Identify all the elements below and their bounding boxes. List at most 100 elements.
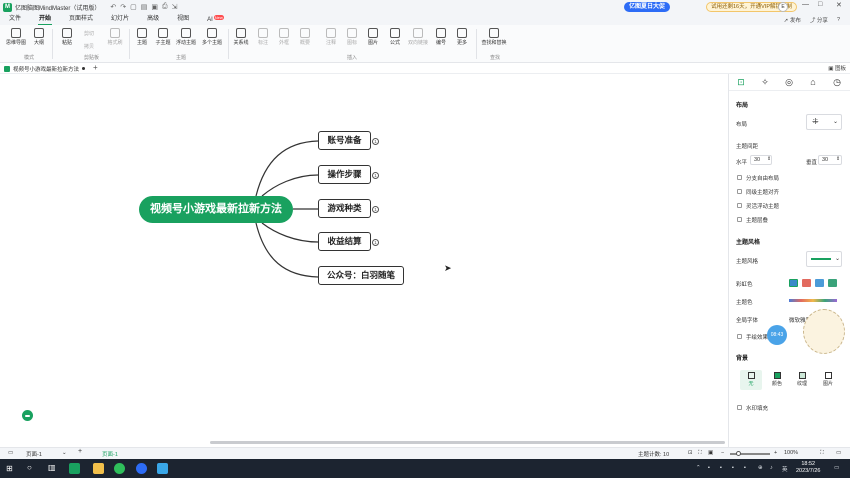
subtopic-node[interactable]: 公众号：白羽随笔 [318,266,404,285]
checkbox-label: 水印填充 [746,406,769,412]
option-label: 无 [748,381,754,387]
checkbox-label: 手绘效果 [746,335,769,341]
mouse-cursor-icon: ➤ [444,263,452,273]
topic-count: 主题计数: 10 [638,452,670,458]
network-icon[interactable]: ⊕ [758,465,763,471]
file-explorer-icon[interactable] [93,463,104,474]
page-tab[interactable]: 页面-1 [102,450,118,458]
watermark-checkbox[interactable] [737,405,742,410]
marker-panel-tab-icon[interactable]: ◎ [777,77,801,88]
rainbow-option-1[interactable] [789,279,798,287]
page-select[interactable]: 页面-1 [26,450,42,458]
theme-color-label: 主题色 [736,300,753,306]
task-view-icon[interactable]: ▥ [48,463,59,474]
floating-chat-button[interactable] [22,410,33,421]
tray-app-icon[interactable]: ▪ [744,465,746,471]
fullscreen-icon[interactable]: ⛶ [698,450,702,457]
zoom-level[interactable]: 100% [784,450,798,456]
flexible-floating-checkbox[interactable] [737,203,742,208]
topic-overlap-checkbox[interactable] [737,217,742,222]
rainbow-option-2[interactable] [802,279,811,287]
notification-icon[interactable]: ▭ [834,465,839,471]
zoom-out-button[interactable]: − [721,450,724,456]
zoom-in-button[interactable]: + [774,450,777,456]
background-color-option[interactable]: 颜色 [766,370,788,390]
style-section-title: 主题风格 [736,240,761,246]
system-clock[interactable]: 18:52 2023/7/26 [796,461,820,475]
align-topics-checkbox[interactable] [737,189,742,194]
checkbox-label: 分支自由布局 [746,176,780,182]
connector-line [261,174,319,197]
vertical-spacing-label: 垂直 [806,160,818,166]
background-none-option[interactable]: 无 [740,370,762,390]
present-icon[interactable]: ▣ [708,450,713,456]
layout-section-title: 布局 [736,103,749,109]
theme-color-bar[interactable] [789,299,837,302]
page-list-icon[interactable]: ▭ [8,450,13,456]
chevron-down-icon: ⌄ [833,119,839,125]
stepper-icon[interactable]: ⇕ [836,156,840,162]
checkbox-label: 同级主题对齐 [746,190,780,196]
subtopic-node[interactable]: 操作步骤 [318,165,371,184]
horizontal-spacing-value: 30 [754,157,761,163]
tray-app-icon[interactable]: ▪ [708,465,710,471]
theme-panel-tab-icon[interactable]: ⌂ [801,77,825,87]
checkbox-label: 主题层叠 [746,218,769,224]
connector-line [261,222,319,243]
subtopic-node[interactable]: 游戏种类 [318,199,371,218]
layout-select[interactable]: ⁜ ⌄ [806,114,842,130]
tray-app-icon[interactable]: ▪ [732,465,734,471]
theme-style-select[interactable]: ⌄ [806,251,842,267]
subtopic-node[interactable]: 账号准备 [318,131,371,150]
status-bar: ▭ 页面-1 ⌄ + 页面-1 主题计数: 10 ⊡ ⛶ ▣ − + 100% … [0,447,850,459]
input-method-indicator[interactable]: 英 [782,465,788,473]
stepper-icon[interactable]: ⇕ [767,156,771,162]
spacing-label: 主题间距 [736,144,759,150]
option-label: 颜色 [771,381,782,387]
option-label: 纹理 [796,381,807,387]
background-texture-option[interactable]: 纹理 [791,370,813,390]
tray-app-icon[interactable]: ▪ [720,465,722,471]
collapse-icon[interactable]: 1 [372,239,379,246]
layout-preview-icon: ⁜ [812,117,819,126]
collapse-panel-icon[interactable]: ▭ [836,450,841,456]
collapse-icon[interactable]: 1 [372,172,379,179]
fit-icon[interactable]: ⊡ [688,450,693,456]
clock-date: 2023/7/26 [796,468,821,474]
connector-line [255,222,319,278]
rainbow-option-3[interactable] [815,279,824,287]
horizontal-spacing-input[interactable]: 30 ⇕ [750,155,772,165]
volume-icon[interactable]: ♪ [770,465,773,471]
texture-icon [798,372,806,379]
ai-panel-tab-icon[interactable]: ✧ [753,77,777,88]
connector-line [255,140,319,197]
tray-arrow-icon[interactable]: ⌃ [696,465,701,471]
recording-timer-badge: 08:43 [767,325,787,345]
wechat-icon[interactable] [114,463,125,474]
hand-drawn-checkbox[interactable] [737,334,742,339]
rainbow-option-4[interactable] [828,279,837,287]
vertical-spacing-value: 30 [822,157,829,163]
app-icon[interactable] [157,463,168,474]
add-page-button[interactable]: + [78,448,82,455]
free-layout-checkbox[interactable] [737,175,742,180]
history-panel-tab-icon[interactable]: ◷ [825,77,849,88]
layout-panel-tab-icon[interactable]: ⊡ [729,77,753,88]
mindmaster-app-icon[interactable] [69,463,80,474]
zoom-slider-handle[interactable] [736,451,741,456]
chevron-down-icon[interactable]: ⌄ [62,450,67,456]
browser-icon[interactable] [136,463,147,474]
background-image-option[interactable]: 图片 [817,370,839,390]
horizontal-spacing-label: 水平 [736,160,748,166]
collapse-icon[interactable]: 1 [372,138,379,145]
windows-start-icon[interactable]: ⊞ [6,464,17,475]
subtopic-node[interactable]: 收益结算 [318,232,371,251]
panel-tabs: ⊡ ✧ ◎ ⌂ ◷ [729,74,850,91]
vertical-spacing-input[interactable]: 30 ⇕ [818,155,842,165]
horizontal-scrollbar[interactable] [210,441,725,444]
root-topic[interactable]: 视频号小游戏最新拉新方法 [139,196,293,223]
collapse-icon[interactable]: 1 [372,206,379,213]
fit-window-icon[interactable]: ⛶ [820,450,824,457]
color-fill-icon [773,372,781,379]
search-icon[interactable]: ○ [27,463,38,474]
